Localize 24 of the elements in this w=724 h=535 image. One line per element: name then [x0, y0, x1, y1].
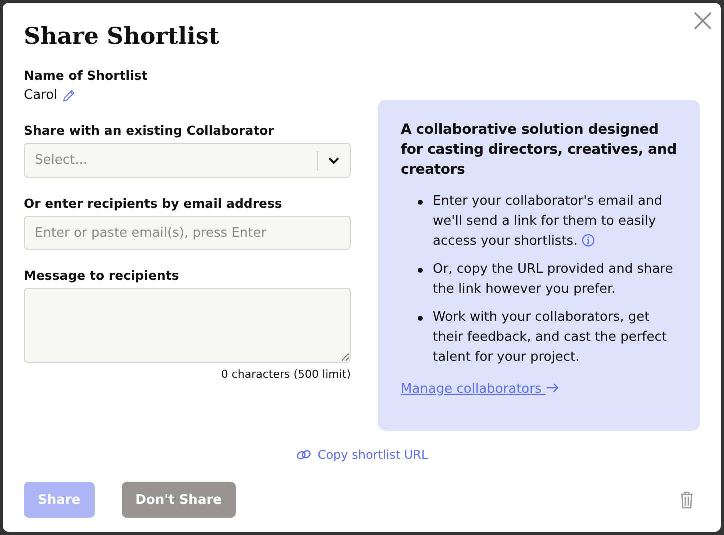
field-label: Name of Shortlist: [24, 68, 149, 83]
arrow-right-icon: [546, 383, 559, 393]
close-button[interactable]: [693, 11, 713, 31]
collaborator-select[interactable]: Select...: [24, 143, 351, 178]
info-heading: A collaborative solution designed for casting directors, creatives, and creators: [401, 121, 678, 180]
field-label: Share with an existing Collaborator: [24, 123, 276, 138]
manage-collaborators-link[interactable]: Manage collaborators: [401, 382, 559, 397]
dont-share-button[interactable]: Don't Share: [122, 482, 236, 518]
field-label: Message to recipients: [24, 268, 180, 283]
copy-url-link[interactable]: Copy shortlist URL: [296, 448, 428, 462]
info-bullet-text: Work with your collaborators, get their feedback, and cast the perfect talent for your project.: [433, 309, 668, 367]
info-bullet-text: Or, copy the URL provided and share the link however you prefer.: [433, 261, 674, 299]
pencil-icon[interactable]: [62, 88, 76, 102]
character-counter: 0 characters (500 limit): [220, 368, 351, 381]
info-bullet-text: Enter your collaborator's email and we'll send a link for them to easily access your shortlists.: [433, 193, 664, 251]
link-icon: [296, 449, 312, 461]
chevron-down-icon: [328, 156, 340, 164]
message-input-field[interactable]: [24, 288, 351, 363]
info-icon[interactable]: [582, 234, 595, 247]
email-input-field[interactable]: Enter or paste email(s), press Enter: [24, 216, 351, 250]
trash-icon[interactable]: [680, 491, 694, 509]
dialog-title: Share Shortlist: [24, 23, 220, 50]
field-label: Or enter recipients by email address: [24, 196, 284, 211]
shortlist-name: Carol: [24, 88, 58, 103]
